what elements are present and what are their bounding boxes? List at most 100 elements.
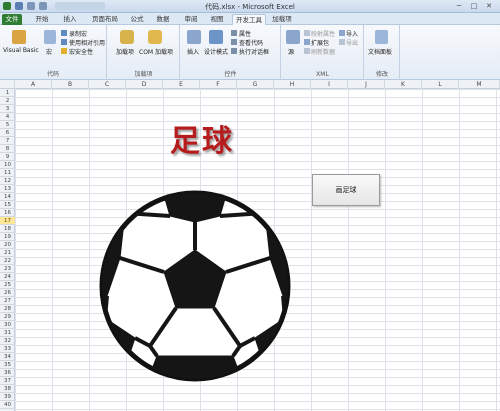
column-header[interactable]: I bbox=[311, 80, 348, 89]
row-header[interactable]: 40 bbox=[0, 401, 15, 409]
expansion-packs-button[interactable]: 扩展包 bbox=[311, 38, 329, 47]
row-headers: 1 2 3 4 5 6 7 8 9 10 11 12 13 14 15 16 17 18 19 20 21 22 23 24 2… bbox=[0, 89, 15, 411]
restore-button[interactable]: □ bbox=[467, 1, 481, 11]
addins-button[interactable]: 加载项 bbox=[116, 47, 134, 56]
import-button[interactable]: 导入 bbox=[346, 29, 358, 38]
window-title: 代码.xlsx - Microsoft Excel bbox=[205, 3, 295, 11]
row-header[interactable]: 38 bbox=[0, 385, 15, 393]
tab-home[interactable]: 开始 bbox=[30, 14, 54, 25]
row-header[interactable]: 34 bbox=[0, 353, 15, 361]
row-header[interactable]: 10 bbox=[0, 161, 15, 169]
column-header[interactable]: D bbox=[126, 80, 163, 89]
row-header[interactable]: 25 bbox=[0, 281, 15, 289]
export-button[interactable]: 导出 bbox=[346, 38, 358, 47]
row-header[interactable]: 4 bbox=[0, 113, 15, 121]
minimize-button[interactable]: ─ bbox=[452, 1, 466, 11]
column-header[interactable]: E bbox=[163, 80, 200, 89]
row-header[interactable]: 32 bbox=[0, 337, 15, 345]
row-header[interactable]: 9 bbox=[0, 153, 15, 161]
row-header[interactable]: 37 bbox=[0, 377, 15, 385]
row-header[interactable]: 23 bbox=[0, 265, 15, 273]
macro-button[interactable]: 宏 bbox=[46, 47, 52, 56]
row-header[interactable]: 30 bbox=[0, 321, 15, 329]
document-panel-button[interactable]: 文档面板 bbox=[368, 47, 392, 56]
tab-developer[interactable]: 开发工具 bbox=[232, 14, 266, 25]
tab-review[interactable]: 审阅 bbox=[180, 14, 202, 25]
column-header[interactable]: L bbox=[422, 80, 459, 89]
relative-reference-button[interactable]: 使用相对引用 bbox=[69, 38, 105, 47]
map-properties-icon bbox=[304, 30, 310, 36]
map-properties-button[interactable]: 映射属性 bbox=[311, 29, 335, 38]
row-header[interactable]: 8 bbox=[0, 145, 15, 153]
row-header[interactable]: 31 bbox=[0, 329, 15, 337]
column-header[interactable]: F bbox=[200, 80, 237, 89]
row-header[interactable]: 7 bbox=[0, 137, 15, 145]
row-header[interactable]: 33 bbox=[0, 345, 15, 353]
design-mode-button[interactable]: 设计模式 bbox=[204, 47, 228, 56]
visual-basic-button[interactable]: Visual Basic bbox=[3, 47, 39, 54]
refresh-data-icon bbox=[304, 48, 310, 54]
row-header[interactable]: 36 bbox=[0, 369, 15, 377]
row-header[interactable]: 6 bbox=[0, 129, 15, 137]
macro-icon bbox=[44, 30, 56, 44]
row-header[interactable]: 19 bbox=[0, 233, 15, 241]
column-header[interactable]: A bbox=[15, 80, 52, 89]
row-header[interactable]: 24 bbox=[0, 273, 15, 281]
row-header[interactable]: 16 bbox=[0, 209, 15, 217]
run-dialog-button[interactable]: 执行对话框 bbox=[239, 47, 269, 56]
com-addins-button[interactable]: COM 加载项 bbox=[139, 47, 173, 56]
macro-security-button[interactable]: 宏安全性 bbox=[69, 47, 93, 56]
refresh-data-button[interactable]: 刷新数据 bbox=[311, 47, 335, 56]
row-header[interactable]: 18 bbox=[0, 225, 15, 233]
column-header[interactable]: H bbox=[274, 80, 311, 89]
row-header[interactable]: 5 bbox=[0, 121, 15, 129]
column-header[interactable]: J bbox=[348, 80, 385, 89]
column-header[interactable]: M bbox=[459, 80, 500, 89]
row-header[interactable]: 14 bbox=[0, 193, 15, 201]
row-header[interactable]: 21 bbox=[0, 249, 15, 257]
xml-source-icon bbox=[286, 30, 300, 44]
tab-view[interactable]: 视图 bbox=[206, 14, 228, 25]
group-controls: 插入 设计模式 属性 查看代码 执行对话框 控件 bbox=[181, 25, 281, 80]
select-all-corner[interactable] bbox=[0, 80, 15, 89]
insert-control-button[interactable]: 插入 bbox=[187, 47, 199, 56]
draw-football-button[interactable]: 画足球 bbox=[312, 174, 380, 206]
group-modify: 文档面板 修改 bbox=[365, 25, 400, 80]
column-header[interactable]: C bbox=[89, 80, 126, 89]
row-header[interactable]: 3 bbox=[0, 105, 15, 113]
row-header[interactable]: 13 bbox=[0, 185, 15, 193]
row-header[interactable]: 20 bbox=[0, 241, 15, 249]
tab-insert[interactable]: 插入 bbox=[58, 14, 82, 25]
properties-button[interactable]: 属性 bbox=[239, 29, 251, 38]
view-code-button[interactable]: 查看代码 bbox=[239, 38, 263, 47]
row-header[interactable]: 29 bbox=[0, 313, 15, 321]
row-header[interactable]: 22 bbox=[0, 257, 15, 265]
tab-data[interactable]: 数据 bbox=[152, 14, 174, 25]
row-header[interactable]: 2 bbox=[0, 97, 15, 105]
tab-page-layout[interactable]: 页面布局 bbox=[88, 14, 122, 25]
row-header[interactable]: 35 bbox=[0, 361, 15, 369]
column-header[interactable]: G bbox=[237, 80, 274, 89]
xml-source-button[interactable]: 源 bbox=[288, 47, 294, 56]
import-icon bbox=[339, 30, 345, 36]
row-header[interactable]: 28 bbox=[0, 305, 15, 313]
row-header[interactable]: 27 bbox=[0, 297, 15, 305]
row-header[interactable]: 12 bbox=[0, 177, 15, 185]
row-header[interactable]: 1 bbox=[0, 89, 15, 97]
row-header[interactable]: 17 bbox=[0, 217, 15, 225]
row-header[interactable]: 11 bbox=[0, 169, 15, 177]
tab-formulas[interactable]: 公式 bbox=[126, 14, 148, 25]
export-icon bbox=[339, 39, 345, 45]
tab-addins[interactable]: 加载项 bbox=[270, 14, 294, 25]
column-header[interactable]: B bbox=[52, 80, 89, 89]
record-macro-button[interactable]: 录制宏 bbox=[69, 29, 87, 38]
close-button[interactable]: ✕ bbox=[482, 1, 496, 11]
column-header[interactable]: K bbox=[385, 80, 422, 89]
row-header[interactable]: 26 bbox=[0, 289, 15, 297]
row-header[interactable]: 15 bbox=[0, 201, 15, 209]
group-xml: 源 映射属性 扩展包 刷新数据 导入 导出 XML bbox=[282, 25, 364, 80]
row-header[interactable]: 39 bbox=[0, 393, 15, 401]
group-addins-label: 加载项 bbox=[134, 71, 153, 78]
tab-file[interactable]: 文件 bbox=[2, 14, 22, 25]
addins-icon bbox=[120, 30, 134, 44]
